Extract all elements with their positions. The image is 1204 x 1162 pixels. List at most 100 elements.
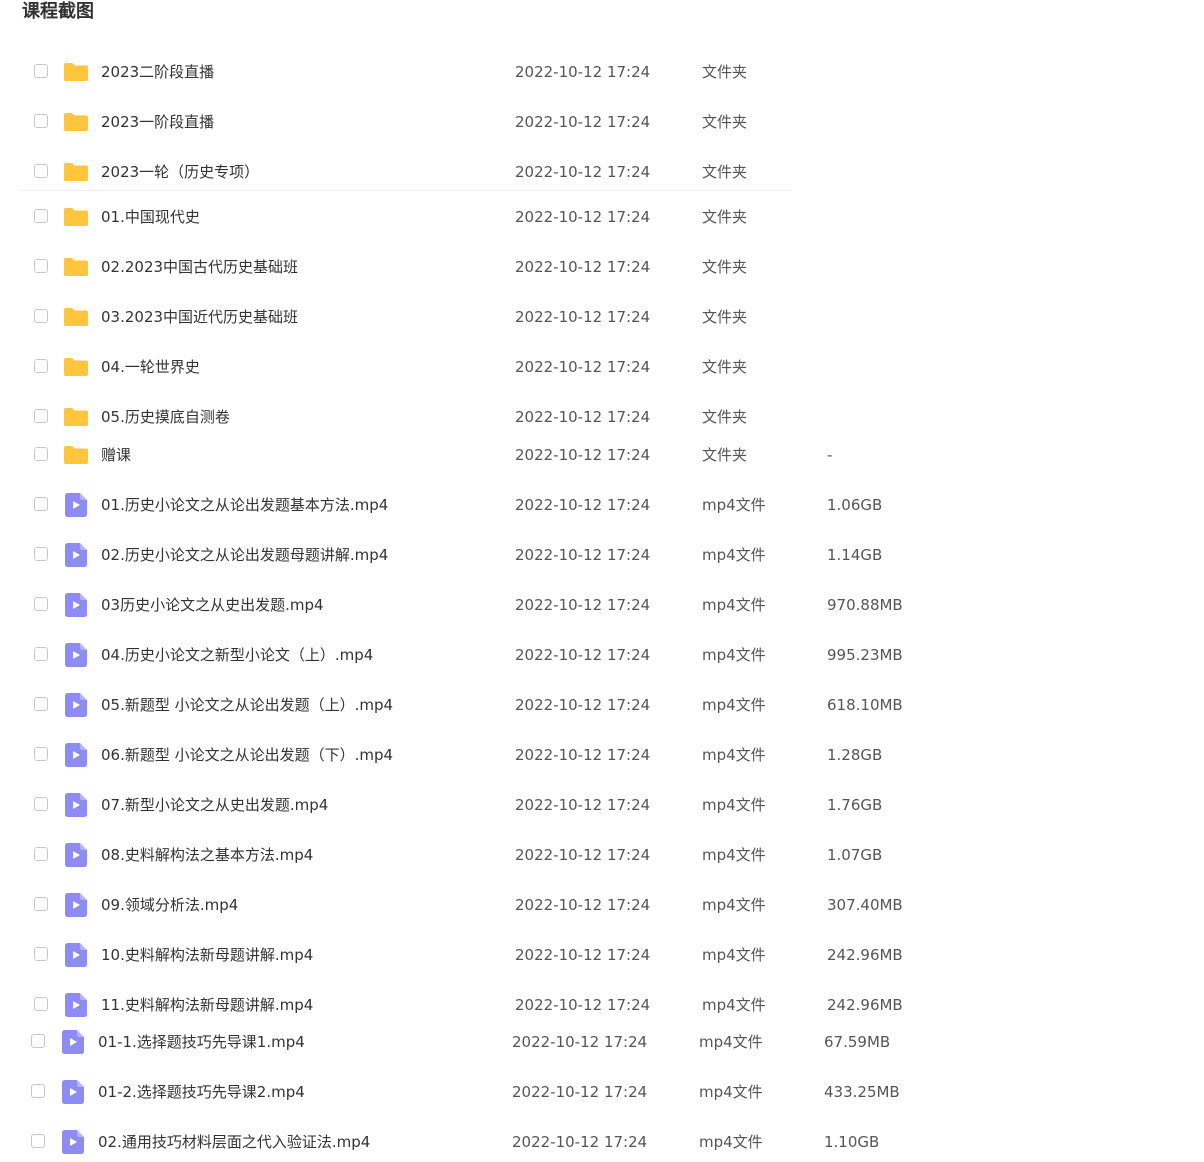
video-file-icon <box>65 543 87 567</box>
row-checkbox[interactable] <box>34 114 48 128</box>
modified-date: 2022-10-12 17:24 <box>515 546 651 564</box>
video-file-icon <box>62 1030 84 1054</box>
file-row[interactable]: 10.史料解构法新母题讲解.mp4 2022-10-12 17:24 mp4文件 24… <box>20 935 1180 975</box>
file-size: 1.28GB <box>827 746 883 764</box>
row-checkbox[interactable] <box>34 597 48 611</box>
file-name[interactable]: 2023二阶段直播 <box>101 52 214 92</box>
file-name[interactable]: 2023一轮（历史专项） <box>101 152 259 192</box>
file-name[interactable]: 11.史料解构法新母题讲解.mp4 <box>101 985 313 1025</box>
file-type: mp4文件 <box>702 946 766 964</box>
row-checkbox[interactable] <box>34 997 48 1011</box>
file-name[interactable]: 01-2.选择题技巧先导课2.mp4 <box>98 1072 305 1112</box>
file-row[interactable]: 01-1.选择题技巧先导课1.mp4 2022-10-12 17:24 mp4文件 6… <box>20 1022 1180 1062</box>
file-name[interactable]: 09.领域分析法.mp4 <box>101 885 238 925</box>
row-checkbox[interactable] <box>34 847 48 861</box>
modified-date: 2022-10-12 17:24 <box>515 596 651 614</box>
row-checkbox[interactable] <box>34 647 48 661</box>
file-row[interactable]: 02.历史小论文之从论出发题母题讲解.mp4 2022-10-12 17:24 mp… <box>20 535 1180 575</box>
modified-date: 2022-10-12 17:24 <box>512 1083 648 1101</box>
row-checkbox[interactable] <box>34 259 48 273</box>
file-name[interactable]: 04.历史小论文之新型小论文（上）.mp4 <box>101 635 373 675</box>
row-checkbox[interactable] <box>34 447 48 461</box>
file-name[interactable]: 01.历史小论文之从论出发题基本方法.mp4 <box>101 485 388 525</box>
file-name[interactable]: 05.历史摸底自测卷 <box>101 397 230 437</box>
file-type: 文件夹 <box>702 208 748 226</box>
row-checkbox[interactable] <box>34 547 48 561</box>
file-name[interactable]: 2023一阶段直播 <box>101 102 214 142</box>
file-row[interactable]: 05.新题型 小论文之从论出发题（上）.mp4 2022-10-12 17:24 m… <box>20 685 1180 725</box>
file-row[interactable]: 2023一轮（历史专项） 2022-10-12 17:24 文件夹 <box>20 152 1180 192</box>
file-row[interactable]: 04.历史小论文之新型小论文（上）.mp4 2022-10-12 17:24 mp4… <box>20 635 1180 675</box>
row-checkbox[interactable] <box>34 497 48 511</box>
file-row[interactable]: 09.领域分析法.mp4 2022-10-12 17:24 mp4文件 307.40M… <box>20 885 1180 925</box>
file-size: 995.23MB <box>827 646 903 664</box>
file-name[interactable]: 07.新型小论文之从史出发题.mp4 <box>101 785 328 825</box>
folder-icon <box>63 407 89 427</box>
video-file-icon <box>65 643 87 667</box>
folder-icon <box>63 112 89 132</box>
row-checkbox[interactable] <box>34 209 48 223</box>
file-row[interactable]: 01-2.选择题技巧先导课2.mp4 2022-10-12 17:24 mp4文件 4… <box>20 1072 1180 1112</box>
file-row[interactable]: 03历史小论文之从史出发题.mp4 2022-10-12 17:24 mp4文件 97… <box>20 585 1180 625</box>
row-checkbox[interactable] <box>34 164 48 178</box>
file-row[interactable]: 02.2023中国古代历史基础班 2022-10-12 17:24 文件夹 <box>20 247 1180 287</box>
video-file-icon <box>65 943 87 967</box>
row-checkbox[interactable] <box>34 897 48 911</box>
file-size: 1.76GB <box>827 796 883 814</box>
page-title: 课程截图 <box>22 1 94 22</box>
file-size: 1.14GB <box>827 546 883 564</box>
file-row[interactable]: 2023一阶段直播 2022-10-12 17:24 文件夹 <box>20 102 1180 142</box>
file-row[interactable]: 2023二阶段直播 2022-10-12 17:24 文件夹 <box>20 52 1180 92</box>
file-row[interactable]: 01.中国现代史 2022-10-12 17:24 文件夹 <box>20 197 1180 237</box>
file-type: 文件夹 <box>702 63 748 81</box>
file-name[interactable]: 05.新题型 小论文之从论出发题（上）.mp4 <box>101 685 393 725</box>
file-name[interactable]: 03历史小论文之从史出发题.mp4 <box>101 585 324 625</box>
file-name[interactable]: 04.一轮世界史 <box>101 347 200 387</box>
folder-icon <box>63 62 89 82</box>
file-name[interactable]: 02.历史小论文之从论出发题母题讲解.mp4 <box>101 535 388 575</box>
video-file-icon <box>65 593 87 617</box>
row-checkbox[interactable] <box>34 947 48 961</box>
file-name[interactable]: 02.2023中国古代历史基础班 <box>101 247 298 287</box>
file-row[interactable]: 08.史料解构法之基本方法.mp4 2022-10-12 17:24 mp4文件 1.… <box>20 835 1180 875</box>
file-name[interactable]: 10.史料解构法新母题讲解.mp4 <box>101 935 313 975</box>
file-row[interactable]: 05.历史摸底自测卷 2022-10-12 17:24 文件夹 <box>20 397 1180 437</box>
file-row[interactable]: 07.新型小论文之从史出发题.mp4 2022-10-12 17:24 mp4文件 1… <box>20 785 1180 825</box>
file-type: 文件夹 <box>702 308 748 326</box>
row-checkbox[interactable] <box>34 64 48 78</box>
row-checkbox[interactable] <box>31 1084 45 1098</box>
file-type: 文件夹 <box>702 408 748 426</box>
modified-date: 2022-10-12 17:24 <box>515 308 651 326</box>
row-checkbox[interactable] <box>34 747 48 761</box>
modified-date: 2022-10-12 17:24 <box>515 446 651 464</box>
row-checkbox[interactable] <box>34 797 48 811</box>
file-row[interactable]: 04.一轮世界史 2022-10-12 17:24 文件夹 <box>20 347 1180 387</box>
file-row[interactable]: 03.2023中国近代历史基础班 2022-10-12 17:24 文件夹 <box>20 297 1180 337</box>
file-name[interactable]: 06.新题型 小论文之从论出发题（下）.mp4 <box>101 735 393 775</box>
file-size: 1.10GB <box>824 1133 880 1151</box>
video-file-icon <box>65 843 87 867</box>
file-name[interactable]: 08.史料解构法之基本方法.mp4 <box>101 835 313 875</box>
file-row[interactable]: 11.史料解构法新母题讲解.mp4 2022-10-12 17:24 mp4文件 24… <box>20 985 1180 1025</box>
file-type: 文件夹 <box>702 113 748 131</box>
file-name[interactable]: 01-1.选择题技巧先导课1.mp4 <box>98 1022 305 1062</box>
file-row[interactable]: 赠课 2022-10-12 17:24 文件夹 - <box>20 435 1180 475</box>
file-name[interactable]: 02.通用技巧材料层面之代入验证法.mp4 <box>98 1122 370 1162</box>
row-checkbox[interactable] <box>34 359 48 373</box>
file-row[interactable]: 02.通用技巧材料层面之代入验证法.mp4 2022-10-12 17:24 mp4… <box>20 1122 1180 1162</box>
file-type: 文件夹 <box>702 358 748 376</box>
file-row[interactable]: 01.历史小论文之从论出发题基本方法.mp4 2022-10-12 17:24 mp… <box>20 485 1180 525</box>
row-checkbox[interactable] <box>31 1034 45 1048</box>
file-name[interactable]: 03.2023中国近代历史基础班 <box>101 297 298 337</box>
file-type: mp4文件 <box>702 996 766 1014</box>
row-checkbox[interactable] <box>31 1134 45 1148</box>
row-checkbox[interactable] <box>34 409 48 423</box>
modified-date: 2022-10-12 17:24 <box>515 946 651 964</box>
row-checkbox[interactable] <box>34 697 48 711</box>
file-size: 618.10MB <box>827 696 903 714</box>
row-checkbox[interactable] <box>34 309 48 323</box>
video-file-icon <box>65 793 87 817</box>
file-row[interactable]: 06.新题型 小论文之从论出发题（下）.mp4 2022-10-12 17:24 m… <box>20 735 1180 775</box>
file-name[interactable]: 01.中国现代史 <box>101 197 200 237</box>
file-name[interactable]: 赠课 <box>101 435 131 475</box>
